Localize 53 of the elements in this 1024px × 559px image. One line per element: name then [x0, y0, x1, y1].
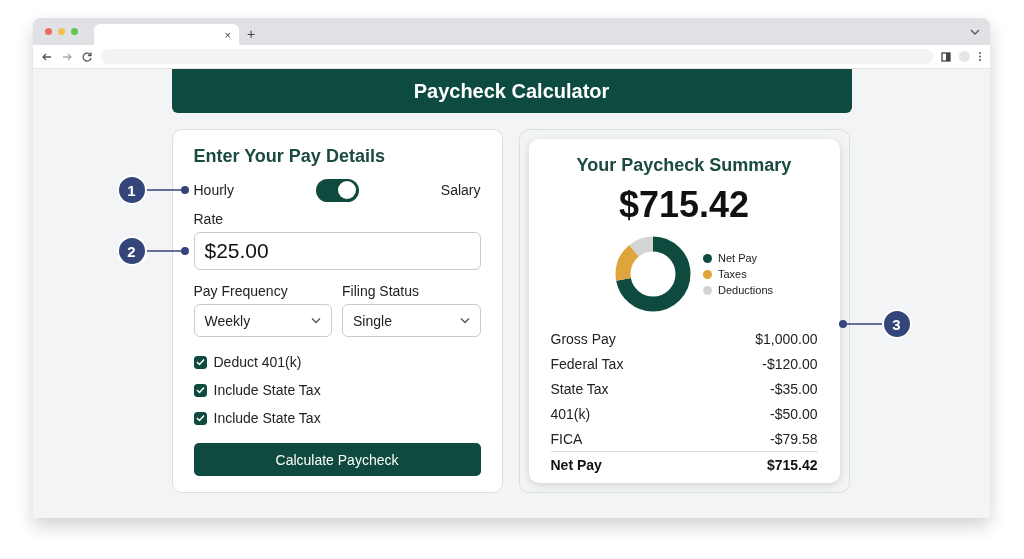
menu-icon[interactable] [978, 51, 982, 62]
line-item-label: Gross Pay [550, 330, 616, 347]
chevron-down-icon[interactable] [970, 27, 980, 36]
total-value: $715.42 [766, 456, 818, 473]
checkbox[interactable] [193, 355, 207, 369]
checkbox[interactable] [193, 411, 207, 425]
chevron-down-icon [459, 317, 470, 324]
callout-badge: 1 [116, 175, 147, 205]
line-item-label: Federal Tax [550, 355, 624, 372]
leader-line [146, 246, 190, 256]
card-title: Your Paycheck Summary [575, 155, 793, 176]
field-label: Rate [193, 211, 225, 227]
legend-label: Taxes [717, 268, 747, 280]
toggle-label: Salary [440, 182, 481, 198]
browser-tab[interactable]: × [94, 24, 239, 45]
total-label: Net Pay [550, 456, 602, 473]
checkbox-label: Deduct 401(k) [213, 354, 302, 370]
side-panel-icon[interactable] [941, 51, 951, 62]
dropdown[interactable]: Single [342, 304, 481, 337]
callout-badge: 2 [116, 236, 147, 266]
callout-badge: 3 [881, 309, 912, 339]
line-item-label: FICA [550, 430, 583, 447]
checkbox[interactable] [193, 383, 207, 397]
toggle-switch[interactable] [315, 178, 359, 202]
close-tab-button[interactable]: × [224, 28, 231, 41]
legend-label: Net Pay [717, 252, 758, 264]
legend-label: Deductions [717, 284, 773, 296]
window-control-dot[interactable] [71, 28, 78, 35]
line-item-value: $1,000.00 [755, 330, 818, 347]
calculate-button[interactable]: Calculate Paycheck [193, 443, 481, 476]
rate-input-field[interactable]: $25.00 [193, 232, 481, 270]
checkbox-label: Include State Tax [213, 410, 321, 426]
page-title: Paycheck Calculator [413, 79, 610, 103]
chevron-down-icon [311, 317, 321, 324]
line-item-value: -$120.00 [762, 355, 818, 372]
line-item-value: -$79.58 [770, 430, 818, 447]
line-item-label: State Tax [550, 380, 609, 397]
reload-icon[interactable] [81, 50, 93, 63]
dropdown[interactable]: Weekly [193, 304, 332, 337]
window-control-dot[interactable] [58, 28, 65, 35]
toggle-label: Hourly [193, 182, 234, 198]
new-tab-button[interactable]: + [247, 25, 256, 42]
line-item-value: -$35.00 [770, 380, 818, 397]
leader-line [838, 319, 882, 329]
field-label: Pay Frequency [193, 283, 289, 299]
window-control-dot[interactable] [45, 28, 52, 35]
net-pay-amount: $715.42 [617, 184, 751, 226]
field-label: Filing Status [342, 283, 421, 299]
leader-line [146, 185, 190, 195]
card-title: Enter Your Pay Details [193, 146, 386, 167]
line-item-value: -$50.00 [770, 405, 818, 422]
line-item-label: 401(k) [550, 405, 591, 422]
checkbox-label: Include State Tax [213, 382, 321, 398]
